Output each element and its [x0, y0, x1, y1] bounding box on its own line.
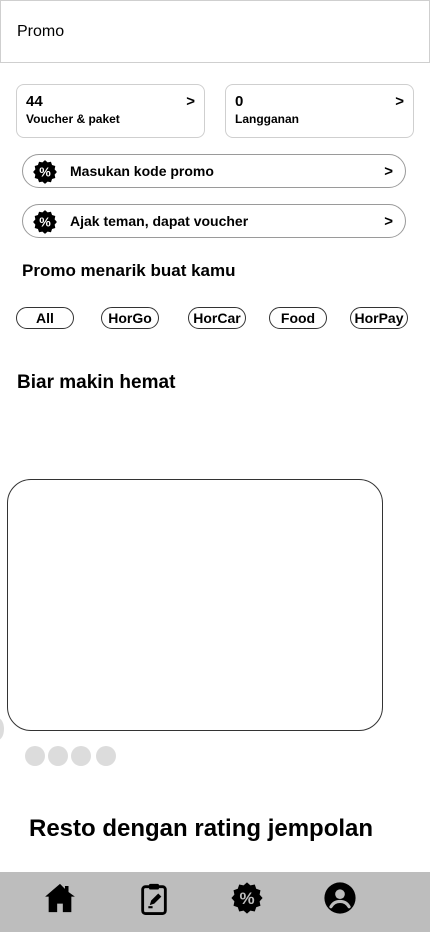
- discount-badge-icon: %: [231, 882, 263, 914]
- invite-friends-button[interactable]: % Ajak teman, dapat voucher >: [22, 204, 406, 238]
- carousel-dot[interactable]: [25, 746, 45, 766]
- chevron-right-icon: >: [384, 163, 393, 180]
- previous-banner-peek[interactable]: [0, 718, 4, 740]
- carousel-dot[interactable]: [96, 746, 116, 766]
- promo-section-title: Promo menarik buat kamu: [22, 261, 236, 280]
- carousel-dot[interactable]: [48, 746, 68, 766]
- resto-section-title: Resto dengan rating jempolan: [29, 815, 374, 842]
- svg-text:%: %: [39, 165, 51, 180]
- svg-text:%: %: [239, 889, 254, 908]
- subscription-label: Langganan: [235, 112, 300, 126]
- voucher-card[interactable]: 44 Voucher & paket >: [16, 84, 205, 138]
- filter-chip-all[interactable]: All: [16, 307, 74, 329]
- invite-friends-label: Ajak teman, dapat voucher: [70, 213, 249, 229]
- promo-banner-card[interactable]: [7, 479, 383, 731]
- filter-chip-horgo[interactable]: HorGo: [101, 307, 159, 329]
- header-bar: Promo: [0, 0, 430, 63]
- enter-promo-code-button[interactable]: % Masukan kode promo >: [22, 154, 406, 188]
- savings-section-title: Biar makin hemat: [17, 372, 176, 393]
- voucher-count: 44: [26, 93, 43, 110]
- clipboard-icon: [141, 883, 167, 915]
- filter-chip-food[interactable]: Food: [269, 307, 327, 329]
- discount-badge-icon: %: [32, 209, 58, 235]
- discount-badge-icon: %: [32, 159, 58, 185]
- filter-chip-horpay[interactable]: HorPay: [350, 307, 408, 329]
- promo-code-label: Masukan kode promo: [70, 163, 214, 179]
- chevron-right-icon: >: [186, 93, 195, 110]
- nav-promo[interactable]: %: [229, 880, 265, 916]
- filter-chip-horcar[interactable]: HorCar: [188, 307, 246, 329]
- subscription-count: 0: [235, 93, 244, 110]
- nav-orders[interactable]: [136, 880, 172, 916]
- voucher-label: Voucher & paket: [26, 112, 120, 126]
- page-title: Promo: [17, 23, 65, 40]
- home-icon: [45, 883, 75, 913]
- carousel-dot[interactable]: [71, 746, 91, 766]
- user-circle-icon: [324, 882, 356, 914]
- svg-text:%: %: [39, 215, 51, 230]
- subscription-card[interactable]: 0 Langganan >: [225, 84, 414, 138]
- nav-account[interactable]: [322, 880, 358, 916]
- chevron-right-icon: >: [384, 213, 393, 230]
- chevron-right-icon: >: [395, 93, 404, 110]
- nav-home[interactable]: [42, 880, 78, 916]
- bottom-navigation: %: [0, 872, 430, 932]
